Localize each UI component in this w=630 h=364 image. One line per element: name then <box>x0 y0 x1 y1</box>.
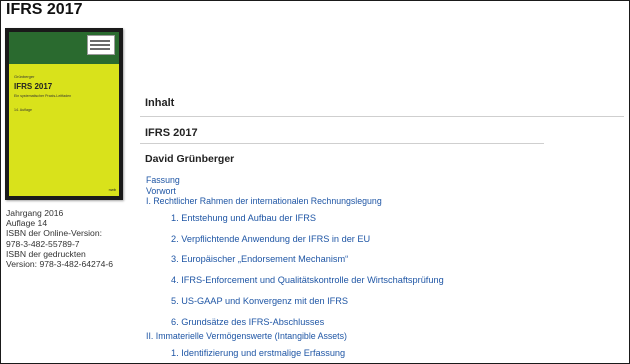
book-meta: Jahrgang 2016 Auflage 14 ISBN der Online… <box>6 208 113 269</box>
toc-item-1-4[interactable]: 4. IFRS-Enforcement und Qualitätskontrol… <box>171 275 444 285</box>
toc-item-2-1[interactable]: 1. Identifizierung und erstmalige Erfass… <box>171 348 345 358</box>
meta-edition: Auflage 14 <box>6 218 48 229</box>
cover-header-band <box>9 32 119 64</box>
meta-year: Jahrgang 2016 <box>6 208 64 218</box>
toc-chapter-1[interactable]: I. Rechtlicher Rahmen der internationale… <box>146 196 382 206</box>
inhalt-heading: Inhalt <box>145 97 175 109</box>
meta-isbn-print-label: ISBN der gedruckten <box>6 248 86 259</box>
toc-item-fassung[interactable]: Fassung <box>146 175 180 185</box>
toc-item-1-3[interactable]: 3. Europäischer „Endorsement Mechanism“ <box>171 254 348 264</box>
cover-edition: 14. Auflage <box>14 108 32 112</box>
meta-isbn-online-label: ISBN der Online-Version: <box>6 228 103 239</box>
toc-item-1-6[interactable]: 6. Grundsätze des IFRS-Abschlusses <box>171 317 324 327</box>
cover-author: Grünberger <box>14 74 35 79</box>
divider <box>140 116 624 117</box>
publisher-logo <box>87 35 115 55</box>
book-cover-image[interactable]: Grünberger IFRS 2017 Ein systematischer … <box>5 28 123 200</box>
toc-item-vorwort[interactable]: Vorwort <box>146 186 176 196</box>
divider <box>140 143 544 144</box>
cover-title: IFRS 2017 <box>14 82 53 91</box>
cover-subtitle: Ein systematischer Praxis-Leitfaden <box>14 94 72 98</box>
author-name: David Grünberger <box>145 153 235 165</box>
toc-chapter-2[interactable]: II. Immaterielle Vermögenswerte (Intangi… <box>146 331 347 341</box>
book-heading: IFRS 2017 <box>145 127 198 139</box>
toc-item-1-2[interactable]: 2. Verpflichtende Anwendung der IFRS in … <box>171 234 370 244</box>
toc-item-1-5[interactable]: 5. US-GAAP und Konvergenz mit den IFRS <box>171 296 348 306</box>
toc-item-1-1[interactable]: 1. Entstehung und Aufbau der IFRS <box>171 213 316 223</box>
meta-isbn-online: 978-3-482-55789-7 <box>6 238 80 249</box>
page-title: IFRS 2017 <box>6 1 83 18</box>
cover-body: Grünberger IFRS 2017 Ein systematischer … <box>9 64 119 196</box>
meta-isbn-print: Version: 978-3-482-64274-6 <box>6 259 114 270</box>
cover-publisher: nwb <box>108 187 116 192</box>
